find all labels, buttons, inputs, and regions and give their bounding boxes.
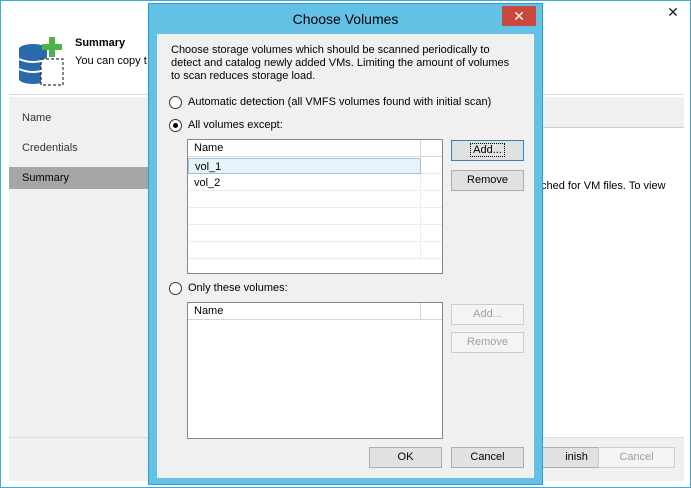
all-volumes-except-option[interactable]: All volumes except: — [169, 117, 283, 133]
choose-volumes-dialog: Choose Volumes ✕ Choose storage volumes … — [148, 3, 543, 485]
empty-cell — [188, 243, 421, 259]
table-row[interactable]: vol_2 — [188, 175, 442, 191]
only-these-volumes-radio[interactable] — [169, 281, 182, 295]
wizard-page-description: You can copy t — [75, 55, 147, 67]
empty-cell — [188, 192, 421, 208]
only-name-column-header[interactable]: Name — [188, 303, 421, 320]
volume-name-cell: vol_1 — [188, 158, 421, 174]
only-add-button[interactable]: Add... — [451, 304, 524, 325]
dialog-instructions: Choose storage volumes which should be s… — [171, 44, 510, 82]
all-volumes-except-radio[interactable] — [169, 118, 182, 132]
automatic-detection-label: Automatic detection (all VMFS volumes fo… — [188, 96, 492, 108]
except-remove-button[interactable]: Remove — [451, 170, 524, 191]
except-add-label: Add... — [470, 143, 505, 157]
except-list-header: Name — [188, 140, 442, 157]
except-name-column-header[interactable]: Name — [188, 140, 421, 157]
close-icon[interactable]: ✕ — [502, 6, 536, 26]
empty-cell — [188, 226, 421, 242]
dialog-title: Choose Volumes — [292, 11, 399, 27]
only-volumes-list[interactable]: Name — [187, 302, 443, 439]
ok-button[interactable]: OK — [369, 447, 442, 468]
only-header-filler — [421, 303, 442, 320]
wizard-content-area: ched for VM files. To view — [541, 127, 684, 437]
only-these-volumes-label: Only these volumes: — [188, 282, 288, 294]
volume-name-cell: vol_2 — [188, 175, 421, 191]
dialog-titlebar: Choose Volumes ✕ — [149, 4, 542, 34]
wizard-step-nav: Name Credentials Summary — [9, 97, 149, 437]
empty-cell — [188, 209, 421, 225]
nav-item-name[interactable]: Name — [9, 107, 149, 129]
except-volumes-list[interactable]: Name vol_1 vol_2 — [187, 139, 443, 274]
automatic-detection-option[interactable]: Automatic detection (all VMFS volumes fo… — [169, 94, 491, 110]
wizard-close-icon[interactable]: ✕ — [660, 3, 686, 21]
only-these-volumes-option[interactable]: Only these volumes: — [169, 280, 288, 296]
only-list-header: Name — [188, 303, 442, 320]
dialog-body: Choose storage volumes which should be s… — [157, 34, 534, 478]
table-row[interactable]: vol_1 — [188, 158, 442, 174]
database-add-icon — [18, 37, 64, 86]
table-row-empty — [188, 226, 442, 242]
wizard-summary-text: ched for VM files. To view — [541, 180, 666, 192]
wizard-content-panel: ched for VM files. To view — [541, 97, 684, 437]
table-row-empty — [188, 209, 442, 225]
wizard-cancel-button[interactable]: Cancel — [598, 447, 675, 468]
all-volumes-except-label: All volumes except: — [188, 119, 283, 131]
except-add-button[interactable]: Add... — [451, 140, 524, 161]
table-row-empty — [188, 192, 442, 208]
only-remove-button[interactable]: Remove — [451, 332, 524, 353]
table-row-empty — [188, 243, 442, 259]
nav-item-credentials[interactable]: Credentials — [9, 137, 149, 159]
cancel-button[interactable]: Cancel — [451, 447, 524, 468]
wizard-page-title: Summary — [75, 37, 126, 49]
automatic-detection-radio[interactable] — [169, 95, 182, 109]
nav-item-summary[interactable]: Summary — [9, 167, 149, 189]
except-header-filler — [421, 140, 442, 157]
